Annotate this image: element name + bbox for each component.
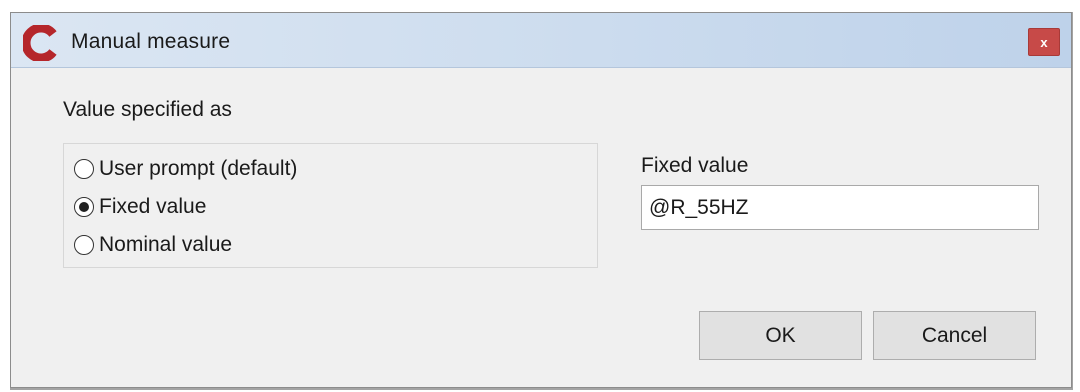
radio-checked-icon <box>74 197 94 217</box>
fixed-value-label: Fixed value <box>641 154 749 177</box>
dialog-body: Value specified as User prompt (default)… <box>11 68 1071 387</box>
radio-nominal-value-label: Nominal value <box>99 233 233 256</box>
close-button[interactable]: x <box>1028 28 1060 56</box>
radio-nominal-value[interactable]: Nominal value <box>74 230 232 260</box>
fixed-value-input[interactable] <box>641 185 1039 230</box>
radio-fixed-value[interactable]: Fixed value <box>74 192 206 222</box>
radio-unchecked-icon <box>74 235 94 255</box>
ok-button[interactable]: OK <box>699 311 862 360</box>
window-title: Manual measure <box>71 30 231 53</box>
close-icon: x <box>1040 35 1048 50</box>
cancel-button[interactable]: Cancel <box>873 311 1036 360</box>
app-logo-icon <box>23 25 57 61</box>
titlebar[interactable]: Manual measure x <box>11 13 1071 68</box>
value-source-group: User prompt (default) Fixed value Nomina… <box>63 143 598 268</box>
manual-measure-dialog: Manual measure x Value specified as User… <box>10 12 1072 388</box>
radio-fixed-value-label: Fixed value <box>99 195 207 218</box>
value-specified-label: Value specified as <box>63 98 232 121</box>
radio-user-prompt-label: User prompt (default) <box>99 157 298 180</box>
radio-user-prompt[interactable]: User prompt (default) <box>74 154 297 184</box>
radio-unchecked-icon <box>74 159 94 179</box>
